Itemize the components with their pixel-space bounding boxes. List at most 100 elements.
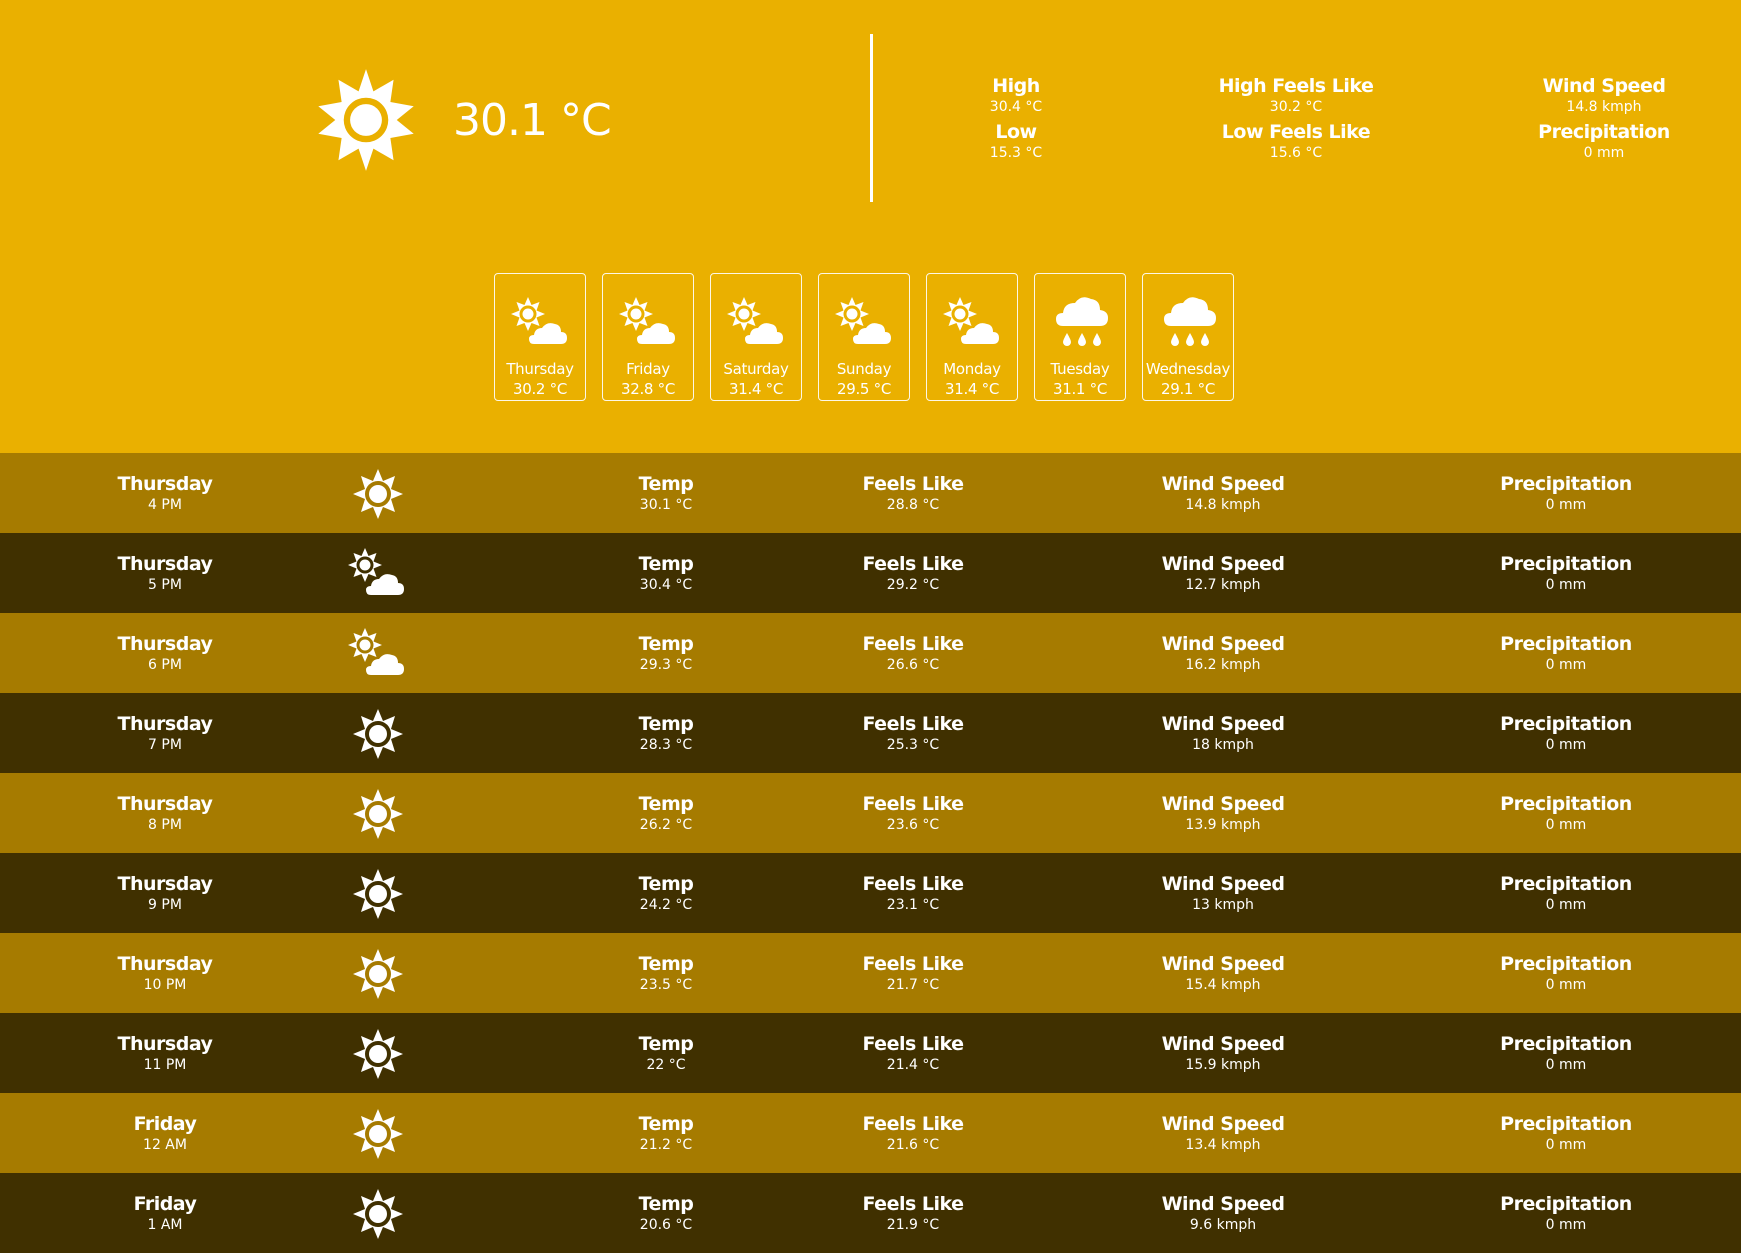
hourly-row: Friday 1 AM Temp 20.6 °C Feels Like 21.9 °C Wi… [0,1173,1741,1253]
wind-speed-label: Wind Speed [1161,633,1285,655]
forecast-day-card[interactable]: Wednesday 29.1 °C [1142,273,1234,401]
precipitation-value: 0 mm [1545,817,1587,833]
low-value: 15.3 °C [989,145,1043,161]
precipitation-value: 0 mm [1545,497,1587,513]
hour-precip-cell: Precipitation 0 mm [1446,713,1686,755]
low-feels-label: Low Feels Like [1221,121,1371,143]
hour-day: Thursday [117,1033,213,1055]
forecast-day-name: Friday [626,360,670,378]
hour-time: 5 PM [148,577,182,593]
partly-cloudy-icon [348,628,407,677]
wind-speed-value: 16.2 kmph [1185,657,1261,673]
wind-speed-value: 15.4 kmph [1185,977,1261,993]
wind-speed-label: Wind Speed [1161,473,1285,495]
hour-time-cell: Thursday 7 PM [45,713,285,755]
hour-day: Thursday [117,473,213,495]
hour-feels-cell: Feels Like 21.9 °C [793,1193,1033,1235]
high-low-stat: High 30.4 °C Low 15.3 °C [886,75,1146,167]
hour-time-cell: Thursday 5 PM [45,553,285,595]
wind-speed-value: 9.6 kmph [1189,1217,1257,1233]
sun-icon [353,949,403,999]
feels-like-label: Feels Like [862,713,964,735]
high-feels-value: 30.2 °C [1269,99,1323,115]
hour-wind-cell: Wind Speed 9.6 kmph [1103,1193,1343,1235]
temp-label: Temp [638,553,694,575]
hour-wind-cell: Wind Speed 14.8 kmph [1103,473,1343,515]
hourly-row: Friday 12 AM Temp 21.2 °C Feels Like 21.6 °C W… [0,1093,1741,1173]
forecast-day-card[interactable]: Tuesday 31.1 °C [1034,273,1126,401]
sun-icon [353,1029,403,1079]
forecast-day-card[interactable]: Saturday 31.4 °C [710,273,802,401]
hourly-row: Thursday 5 PM Temp 30.4 °C Feels Like 29.2 °C… [0,533,1741,613]
hourly-row: Thursday 7 PM Temp 28.3 °C Feels Like 25.3 °C… [0,693,1741,773]
feels-like-label: Feels Like [862,793,964,815]
forecast-day-card[interactable]: Friday 32.8 °C [602,273,694,401]
feels-like-value: 23.1 °C [886,897,940,913]
hourly-row: Thursday 8 PM Temp 26.2 °C Feels Like 23.6 °C… [0,773,1741,853]
hour-temp-cell: Temp 22 °C [546,1033,786,1075]
temp-label: Temp [638,1193,694,1215]
precip-label: Precipitation [1538,121,1670,143]
wind-speed-label: Wind Speed [1161,553,1285,575]
temp-value: 20.6 °C [639,1217,693,1233]
hour-temp-cell: Temp 24.2 °C [546,873,786,915]
precipitation-value: 0 mm [1545,1137,1587,1153]
forecast-day-card[interactable]: Sunday 29.5 °C [818,273,910,401]
forecast-day-card[interactable]: Thursday 30.2 °C [494,273,586,401]
temp-value: 30.1 °C [639,497,693,513]
hour-feels-cell: Feels Like 25.3 °C [793,713,1033,755]
forecast-day-name: Wednesday [1145,360,1231,378]
hour-time-cell: Thursday 10 PM [45,953,285,995]
daily-forecast: Thursday 30.2 °C Friday 32.8 °C Saturday 31.4… [494,273,1250,401]
temp-value: 29.3 °C [639,657,693,673]
high-feels-label: High Feels Like [1218,75,1374,97]
temp-value: 23.5 °C [639,977,693,993]
wind-speed-label: Wind Speed [1161,1193,1285,1215]
precipitation-value: 0 mm [1545,977,1587,993]
hour-feels-cell: Feels Like 21.6 °C [793,1113,1033,1155]
temp-value: 30.4 °C [639,577,693,593]
forecast-day-card[interactable]: Monday 31.4 °C [926,273,1018,401]
hour-feels-cell: Feels Like 29.2 °C [793,553,1033,595]
hour-day: Friday [133,1113,197,1135]
hour-time: 6 PM [148,657,182,673]
wind-speed-value: 18 kmph [1192,737,1254,753]
feels-like-label: Feels Like [862,633,964,655]
sun-icon [353,869,403,919]
precipitation-label: Precipitation [1500,713,1632,735]
hour-time: 9 PM [148,897,182,913]
feels-like-label: Feels Like [862,1193,964,1215]
hour-time-cell: Friday 1 AM [45,1193,285,1235]
hour-feels-cell: Feels Like 21.4 °C [793,1033,1033,1075]
partly-cloudy-icon [727,297,786,346]
hour-time-cell: Thursday 8 PM [45,793,285,835]
sun-icon [353,789,403,839]
precipitation-value: 0 mm [1545,657,1587,673]
high-value: 30.4 °C [989,99,1043,115]
hour-day: Thursday [117,793,213,815]
temp-label: Temp [638,793,694,815]
precipitation-label: Precipitation [1500,553,1632,575]
precipitation-label: Precipitation [1500,473,1632,495]
temp-label: Temp [638,873,694,895]
temp-label: Temp [638,1033,694,1055]
sun-icon [353,469,403,519]
current-weather-panel: 30.1 °C High 30.4 °C Low 15.3 °C High Fe… [0,0,1741,453]
wind-speed-value: 13 kmph [1192,897,1254,913]
rain-cloud-icon [1056,297,1108,346]
hour-wind-cell: Wind Speed 18 kmph [1103,713,1343,755]
feels-like-value: 25.3 °C [886,737,940,753]
temp-label: Temp [638,1113,694,1135]
hour-temp-cell: Temp 26.2 °C [546,793,786,835]
hour-precip-cell: Precipitation 0 mm [1446,633,1686,675]
precipitation-label: Precipitation [1500,1193,1632,1215]
forecast-day-temp: 31.4 °C [728,380,784,398]
hour-time: 7 PM [148,737,182,753]
feels-like-value: 21.9 °C [886,1217,940,1233]
hour-precip-cell: Precipitation 0 mm [1446,473,1686,515]
hour-time: 1 AM [147,1217,183,1233]
hour-day: Friday [133,1193,197,1215]
hour-day: Thursday [117,553,213,575]
hour-time-cell: Thursday 9 PM [45,873,285,915]
precipitation-value: 0 mm [1545,897,1587,913]
